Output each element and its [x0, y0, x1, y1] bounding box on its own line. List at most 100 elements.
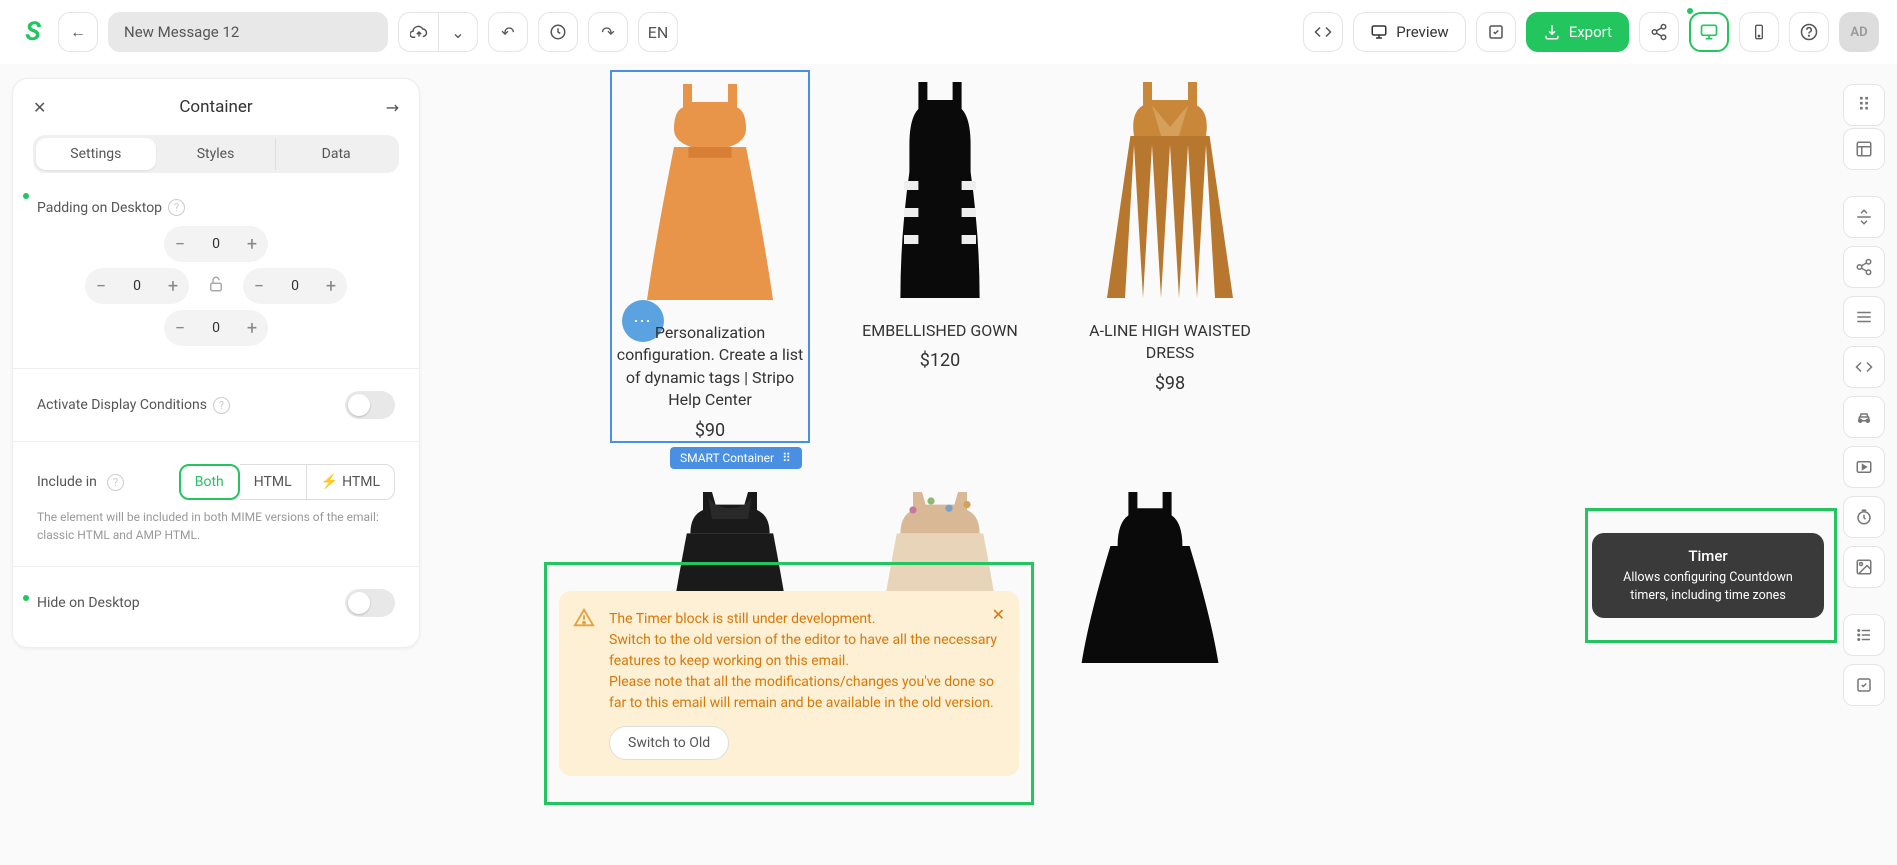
include-both-button[interactable]: Both: [179, 464, 240, 500]
share-rail-button[interactable]: [1843, 246, 1885, 288]
list-button[interactable]: [1843, 614, 1885, 656]
history-button[interactable]: [538, 12, 578, 52]
product-card[interactable]: A-LINE HIGH WAISTED DRESS $98: [1070, 70, 1270, 443]
undo-button[interactable]: ↶: [488, 12, 528, 52]
drag-grid-button[interactable]: ⠿: [1843, 84, 1885, 126]
panel-title: Container: [179, 97, 252, 117]
image-icon: [1855, 558, 1873, 576]
checklist-button[interactable]: [1476, 12, 1516, 52]
help-icon[interactable]: ?: [107, 474, 124, 491]
check-button[interactable]: [1843, 664, 1885, 706]
padding-top-value: 0: [196, 236, 236, 252]
product-card[interactable]: EMBELLISHED GOWN $120: [840, 70, 1040, 443]
minus-button[interactable]: −: [243, 268, 275, 304]
tab-settings[interactable]: Settings: [36, 138, 156, 170]
user-avatar[interactable]: AD: [1839, 12, 1879, 52]
share-button[interactable]: [1639, 12, 1679, 52]
cloud-dropdown-button[interactable]: ⌄: [438, 12, 478, 52]
warning-highlight-box: ✕ The Timer block is still under develop…: [544, 562, 1034, 805]
align-icon: [1855, 208, 1873, 226]
desktop-icon: [1699, 22, 1719, 42]
plus-button[interactable]: +: [236, 226, 268, 262]
timer-button[interactable]: [1843, 496, 1885, 538]
include-in-label: Include in: [37, 474, 97, 490]
panel-expand-button[interactable]: ↗: [381, 96, 404, 119]
switch-to-old-button[interactable]: Switch to Old: [609, 726, 729, 760]
image-button[interactable]: [1843, 546, 1885, 588]
mobile-view-button[interactable]: [1739, 12, 1779, 52]
timer-icon: [1855, 508, 1873, 526]
drag-handle-icon[interactable]: ⠿: [782, 451, 792, 465]
tab-styles[interactable]: Styles: [156, 138, 276, 170]
car-icon: [1855, 408, 1873, 426]
product-image: [850, 70, 1030, 310]
car-button[interactable]: [1843, 396, 1885, 438]
tooltip-title: Timer: [1612, 547, 1804, 565]
back-button[interactable]: ←: [58, 12, 98, 52]
desktop-view-button[interactable]: [1689, 12, 1729, 52]
cloud-upload-button[interactable]: [398, 12, 438, 52]
tab-data[interactable]: Data: [276, 138, 396, 170]
activate-conditions-label: Activate Display Conditions: [37, 397, 207, 413]
help-button[interactable]: [1789, 12, 1829, 52]
padding-left-value: 0: [117, 278, 157, 294]
product-price: $90: [612, 420, 808, 441]
plus-button[interactable]: +: [315, 268, 347, 304]
product-card-selected[interactable]: Personalization configuration. Create a …: [610, 70, 810, 443]
warning-notice: ✕ The Timer block is still under develop…: [559, 591, 1019, 776]
padding-bottom-stepper[interactable]: − 0 +: [164, 310, 268, 346]
smart-tag-label: SMART Container: [680, 451, 774, 465]
code-rail-button[interactable]: [1843, 346, 1885, 388]
code-button[interactable]: [1303, 12, 1343, 52]
product-name: Personalization configuration. Create a …: [612, 322, 808, 412]
minus-button[interactable]: −: [164, 226, 196, 262]
layout-button[interactable]: [1843, 128, 1885, 170]
product-card[interactable]: [1060, 483, 1240, 673]
minus-button[interactable]: −: [85, 268, 117, 304]
warning-close-button[interactable]: ✕: [992, 605, 1005, 624]
warning-line: Please note that all the modifications/c…: [609, 672, 1001, 714]
product-image: [1060, 483, 1240, 663]
timer-tooltip: Timer Allows configuring Countdown timer…: [1592, 533, 1824, 618]
hide-desktop-toggle[interactable]: [345, 589, 395, 617]
tooltip-highlight-box: Timer Allows configuring Countdown timer…: [1585, 508, 1837, 643]
language-button[interactable]: EN: [638, 12, 678, 52]
align-button[interactable]: [1843, 196, 1885, 238]
redo-button[interactable]: ↷: [588, 12, 628, 52]
video-button[interactable]: [1843, 446, 1885, 488]
code-icon: [1855, 358, 1873, 376]
hide-desktop-label: Hide on Desktop: [37, 595, 140, 611]
lock-icon[interactable]: [207, 275, 225, 298]
minus-button[interactable]: −: [164, 310, 196, 346]
indicator-dot: [23, 193, 29, 199]
export-label: Export: [1569, 23, 1612, 41]
product-price: $98: [1070, 373, 1270, 394]
cloud-upload-icon: [410, 23, 428, 41]
plus-button[interactable]: +: [157, 268, 189, 304]
indicator-dot: [23, 595, 29, 601]
padding-top-stepper[interactable]: − 0 +: [164, 226, 268, 262]
warning-line: The Timer block is still under developme…: [609, 609, 1001, 630]
padding-right-stepper[interactable]: − 0 +: [243, 268, 347, 304]
preview-button[interactable]: Preview: [1353, 12, 1465, 52]
check-icon: [1855, 676, 1873, 694]
padding-right-value: 0: [275, 278, 315, 294]
preview-icon: [1370, 23, 1388, 41]
help-icon[interactable]: ?: [213, 397, 230, 414]
export-button[interactable]: Export: [1526, 12, 1629, 52]
export-icon: [1543, 23, 1561, 41]
smart-container-tag[interactable]: SMART Container ⠿: [670, 447, 802, 469]
message-title-input[interactable]: [108, 12, 388, 52]
activate-conditions-toggle[interactable]: [345, 391, 395, 419]
include-amp-button[interactable]: ⚡ HTML: [306, 464, 395, 500]
help-icon: [1800, 23, 1818, 41]
help-icon[interactable]: ?: [168, 199, 185, 216]
panel-close-button[interactable]: ✕: [33, 98, 46, 117]
structure-button[interactable]: [1843, 296, 1885, 338]
include-html-button[interactable]: HTML: [240, 464, 306, 500]
padding-left-stepper[interactable]: − 0 +: [85, 268, 189, 304]
plus-button[interactable]: +: [236, 310, 268, 346]
layout-icon: [1855, 140, 1873, 158]
product-image: [620, 72, 800, 312]
list-icon: [1855, 626, 1873, 644]
